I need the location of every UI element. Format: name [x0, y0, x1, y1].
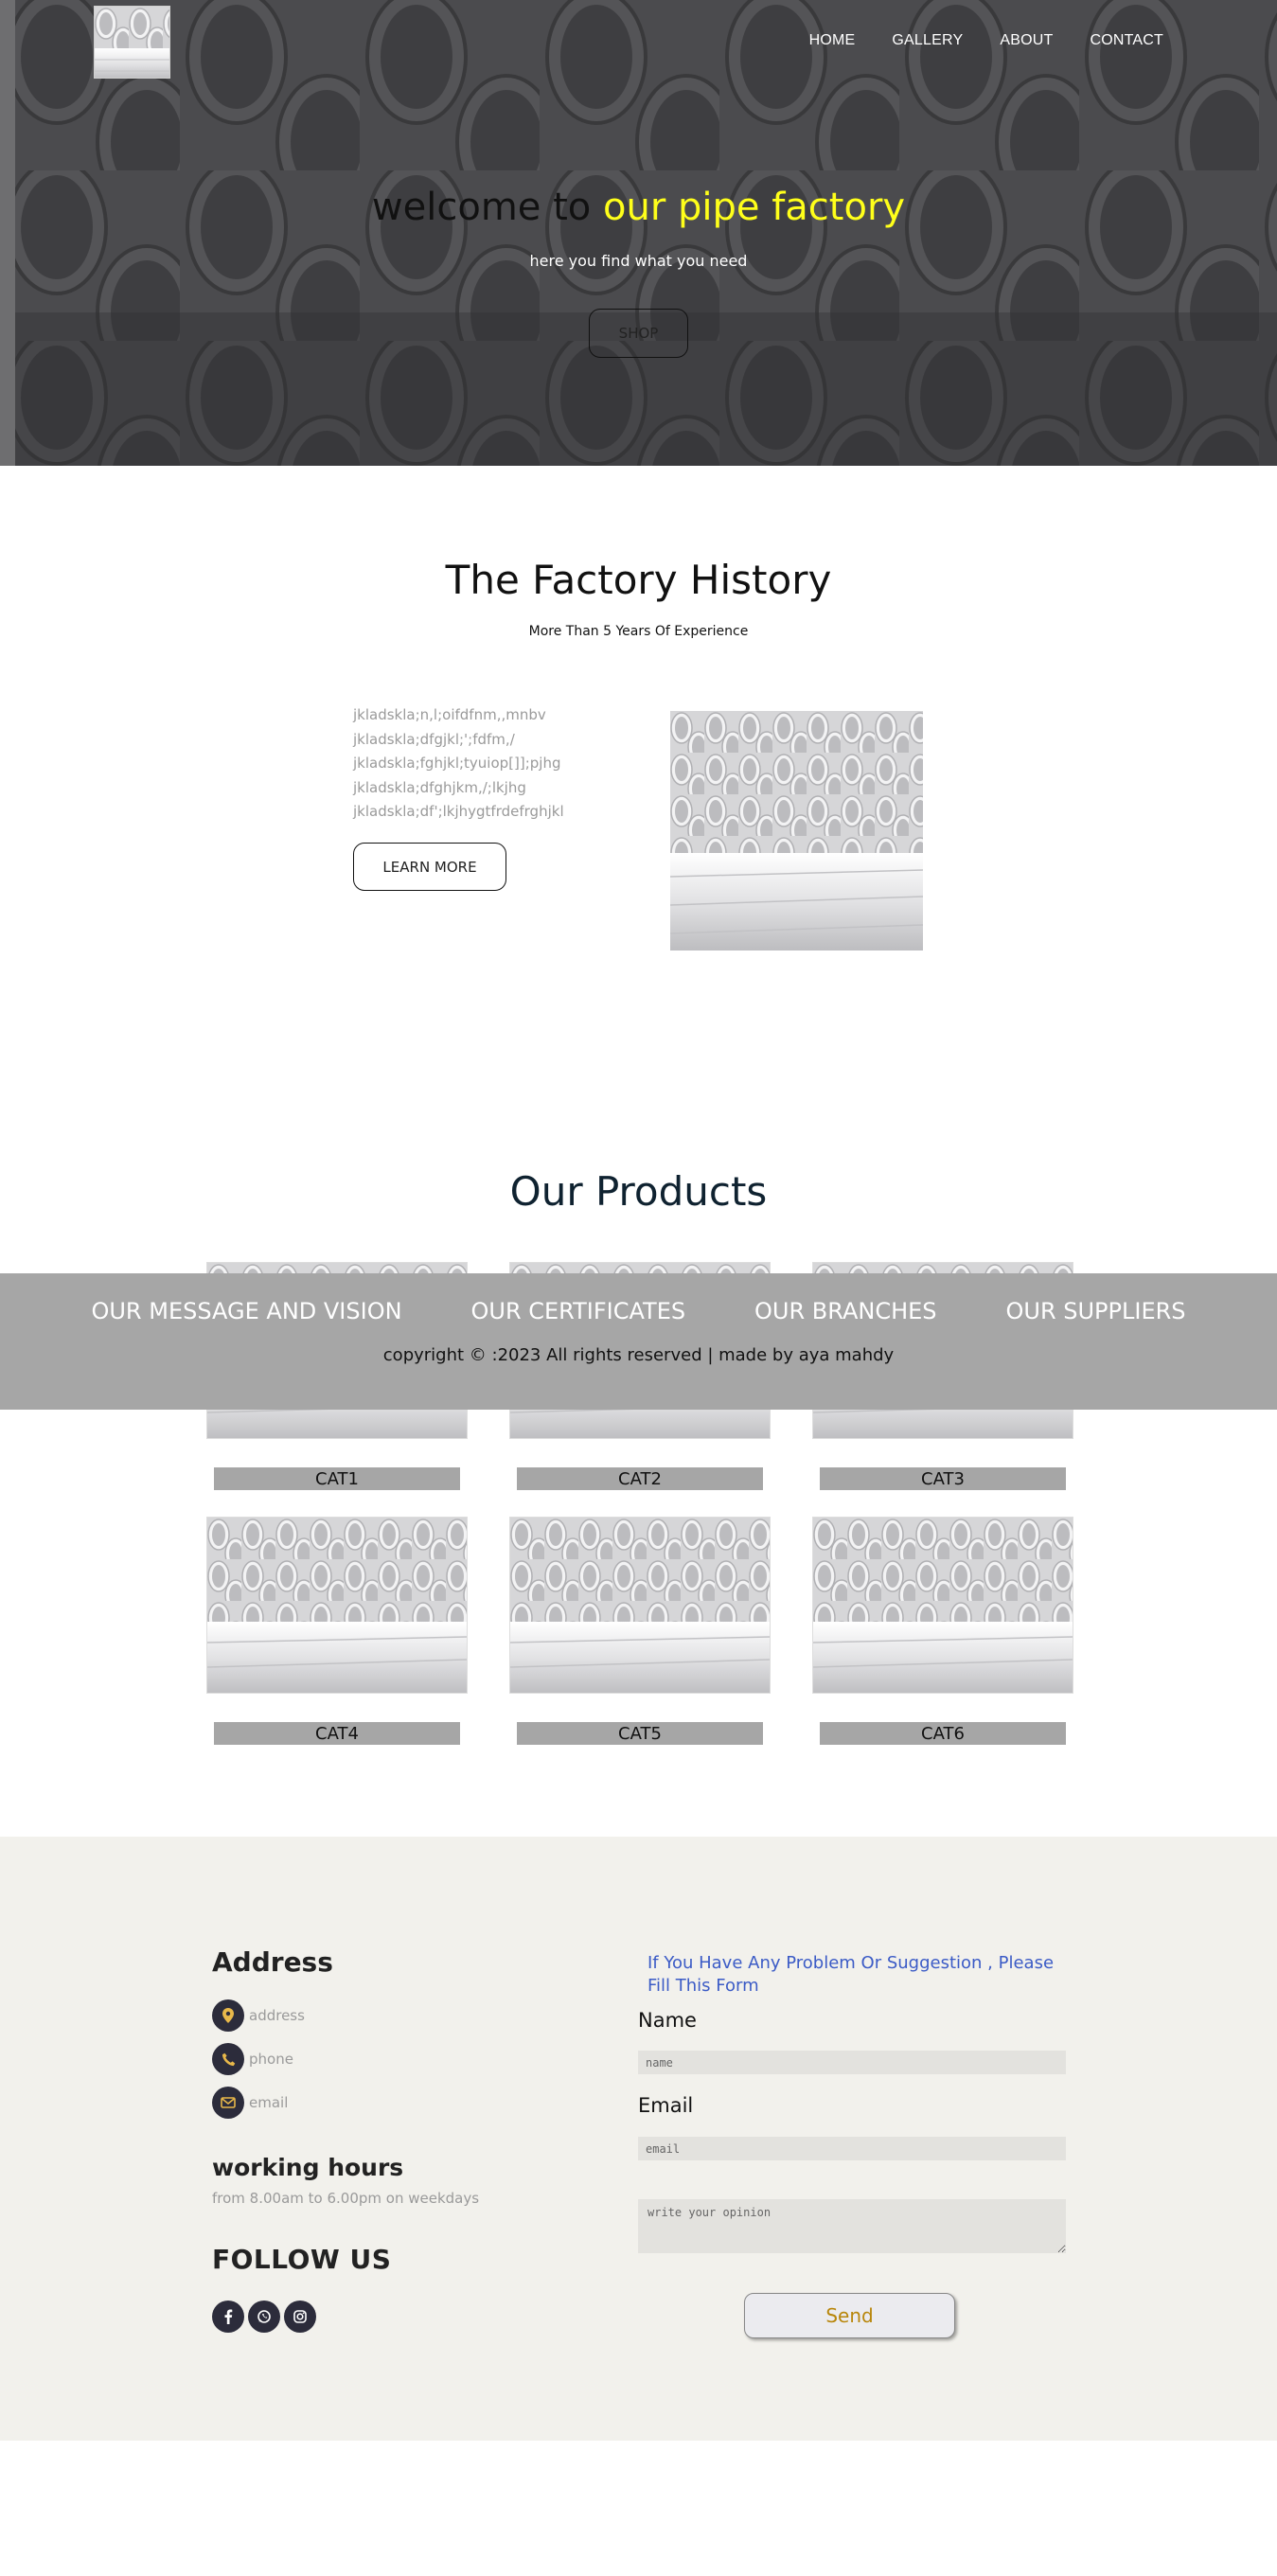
logo[interactable] — [94, 6, 170, 79]
history-subtitle: More Than 5 Years Of Experience — [528, 624, 749, 639]
pipes-image — [813, 1518, 1073, 1693]
email-label: Email — [638, 2094, 694, 2117]
history-title: The Factory History — [445, 557, 832, 603]
history-line: jkladskla;n,l;oifdfnm,,mnbv — [353, 706, 546, 723]
opinion-textarea[interactable] — [638, 2199, 1066, 2253]
whatsapp-icon[interactable] — [248, 2301, 280, 2333]
phone-row: phone — [212, 2043, 293, 2075]
form-intro: If You Have Any Problem Or Suggestion , … — [647, 1953, 1055, 1996]
product-image[interactable] — [206, 1517, 468, 1694]
nav-contact[interactable]: CONTACT — [1090, 32, 1163, 49]
footer-link-message-vision[interactable]: OUR MESSAGE AND VISION — [91, 1298, 401, 1324]
history-image — [670, 711, 923, 950]
product-label[interactable]: CAT3 — [820, 1467, 1066, 1490]
name-label: Name — [638, 2009, 697, 2032]
history-line: jkladskla;fghjkl;tyuiop[]];pjhg — [353, 755, 561, 772]
address-row: address — [212, 1999, 305, 2032]
address-title: Address — [212, 1946, 333, 1978]
send-button[interactable]: Send — [744, 2293, 955, 2338]
nav-home[interactable]: HOME — [809, 32, 856, 49]
footer-link-branches[interactable]: OUR BRANCHES — [754, 1298, 937, 1324]
footer-link-suppliers[interactable]: OUR SUPPLIERS — [1005, 1298, 1185, 1324]
phone-text: phone — [249, 2051, 293, 2068]
hero-left-edge — [0, 0, 15, 466]
envelope-icon — [212, 2087, 244, 2119]
pipes-image — [670, 711, 923, 950]
history-line: jkladskla;df';lkjhygtfrdefrghjkl — [353, 803, 564, 820]
facebook-icon[interactable] — [212, 2301, 244, 2333]
hero-title: welcome to our pipe factory — [0, 186, 1277, 229]
pipes-image — [207, 1518, 467, 1693]
product-label[interactable]: CAT4 — [214, 1722, 460, 1745]
working-hours-title: working hours — [212, 2154, 404, 2181]
follow-us-title: FOLLOW US — [212, 2244, 392, 2275]
nav-gallery[interactable]: GALLERY — [892, 32, 963, 49]
nav-about[interactable]: ABOUT — [1000, 32, 1053, 49]
email-input[interactable] — [638, 2137, 1066, 2160]
product-image[interactable] — [509, 1517, 771, 1694]
main-nav: HOME GALLERY ABOUT CONTACT — [809, 32, 1163, 49]
hero-background-image — [0, 0, 1277, 466]
product-label[interactable]: CAT5 — [517, 1722, 763, 1745]
name-input[interactable] — [638, 2051, 1066, 2074]
history-text: jkladskla;n,l;oifdfnm,,mnbv jkladskla;df… — [353, 703, 564, 825]
history-line: jkladskla;dfghjkm,/;lkjhg — [353, 778, 526, 796]
email-text: email — [249, 2094, 289, 2111]
history-line: jkladskla;dfgjkl;';fdfm,/ — [353, 730, 515, 748]
learn-more-button[interactable]: LEARN MORE — [353, 843, 506, 891]
location-pin-icon — [212, 1999, 244, 2032]
phone-icon — [212, 2043, 244, 2075]
footer-link-certificates[interactable]: OUR CERTIFICATES — [470, 1298, 685, 1324]
product-label[interactable]: CAT6 — [820, 1722, 1066, 1745]
pipes-image — [510, 1518, 770, 1693]
hero-subtitle: here you find what you need — [529, 252, 748, 270]
hero-section: HOME GALLERY ABOUT CONTACT welcome to ou… — [0, 0, 1277, 466]
footer-links: OUR MESSAGE AND VISION OUR CERTIFICATES … — [0, 1298, 1277, 1324]
shop-button[interactable]: SHOP — [589, 309, 688, 358]
products-title: Our Products — [509, 1168, 768, 1215]
product-label[interactable]: CAT2 — [517, 1467, 763, 1490]
hero-title-accent: our pipe factory — [603, 186, 906, 229]
product-label[interactable]: CAT1 — [214, 1467, 460, 1490]
instagram-icon[interactable] — [284, 2301, 316, 2333]
social-links — [212, 2301, 316, 2333]
working-hours-text: from 8.00am to 6.00pm on weekdays — [212, 2190, 480, 2207]
footer-bar: OUR MESSAGE AND VISION OUR CERTIFICATES … — [0, 1273, 1277, 1410]
email-row: email — [212, 2087, 288, 2119]
logo-image — [95, 7, 169, 78]
hero-title-plain: welcome to — [371, 186, 592, 229]
contact-section: Address address phone email working hour… — [0, 1837, 1277, 2441]
address-text: address — [249, 2007, 305, 2024]
copyright-text: copyright © :2023 All rights reserved | … — [382, 1345, 895, 1365]
product-image[interactable] — [812, 1517, 1073, 1694]
